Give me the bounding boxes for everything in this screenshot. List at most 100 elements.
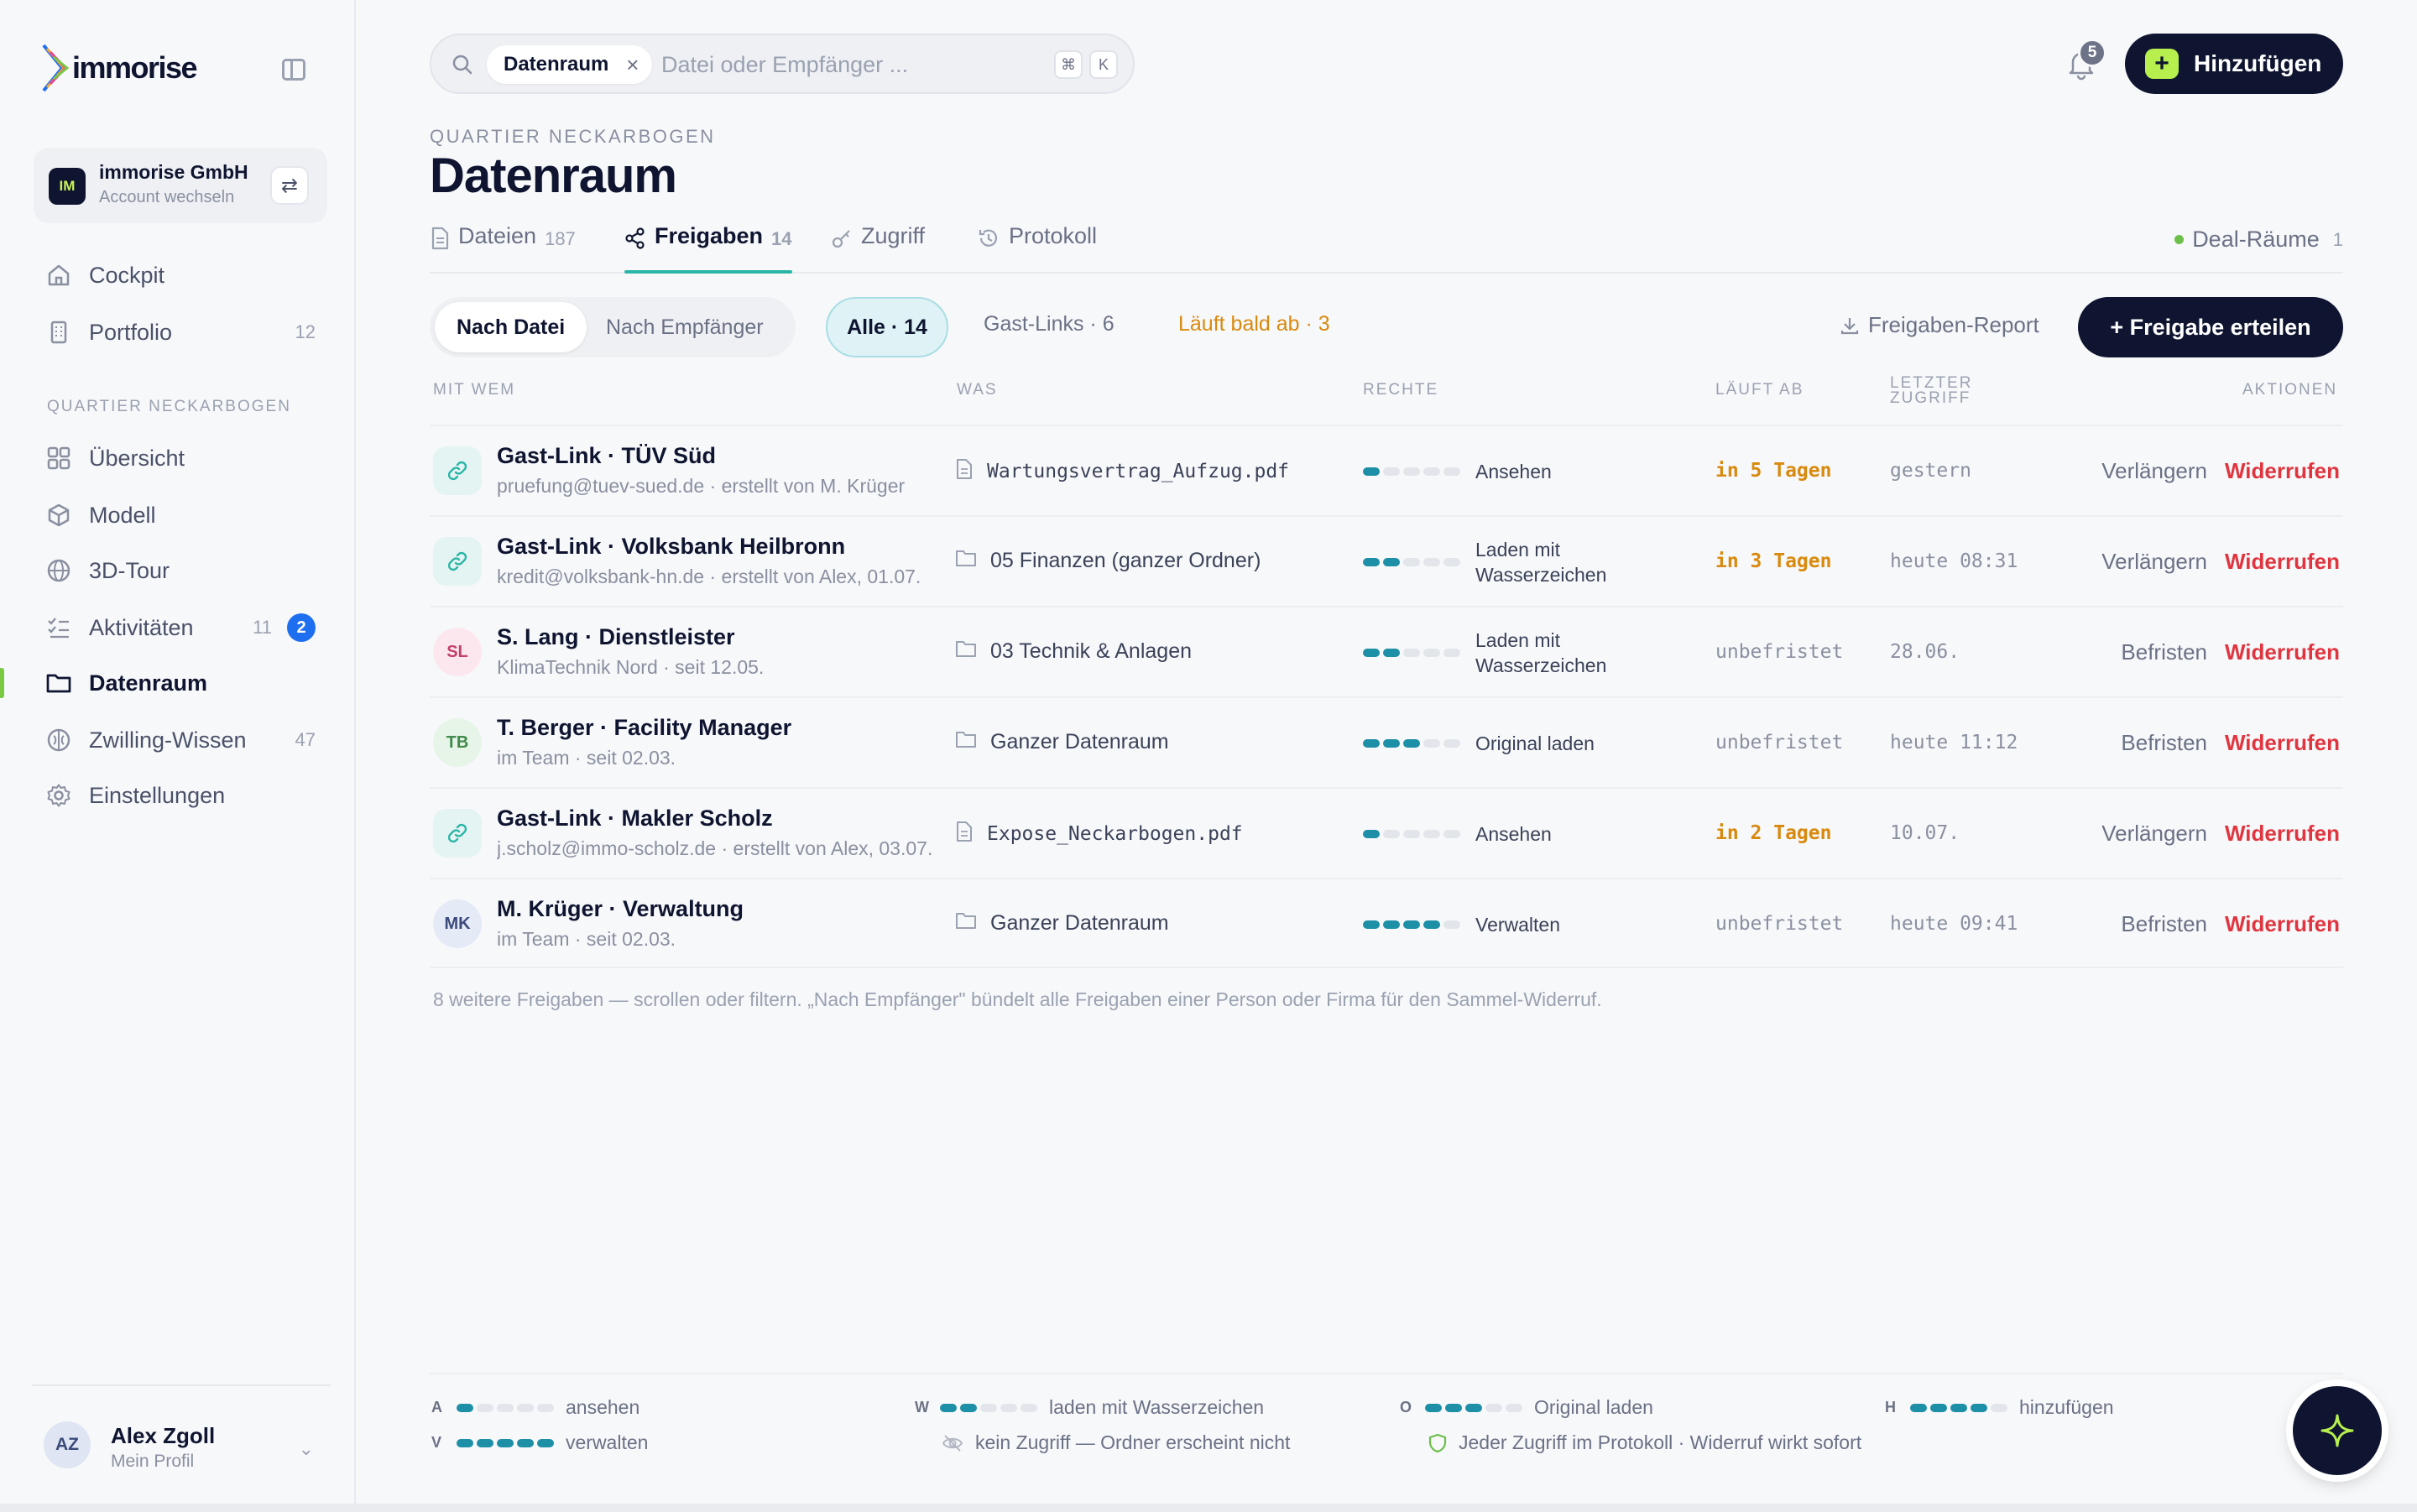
share-icon: [625, 227, 645, 249]
rights-dot-filled: [1383, 649, 1400, 657]
link-icon: [433, 537, 482, 586]
switch-account-icon[interactable]: ⇄: [270, 166, 309, 205]
search-scope-chip[interactable]: Datenraum ×: [487, 45, 653, 84]
avatar: SL: [433, 628, 482, 676]
chevron-down-icon[interactable]: ⌄: [299, 1438, 314, 1460]
shared-item-label: 05 Finanzen (ganzer Ordner): [990, 549, 1261, 572]
sidebar-item-uebersicht[interactable]: Übersicht: [0, 435, 356, 482]
rights-level-indicator: [1363, 739, 1460, 748]
sidebar-item-count: 12: [295, 321, 316, 342]
sparkle-icon: [2320, 1414, 2354, 1447]
shared-item[interactable]: Wartungsvertrag_Aufzug.pdf: [955, 458, 1289, 485]
sidebar-item-modell[interactable]: Modell: [0, 492, 356, 539]
set-expiry-button[interactable]: Befristen: [2121, 911, 2207, 937]
deal-rooms-label: Deal-Räume: [2192, 227, 2320, 252]
legend-key: H: [1885, 1399, 1896, 1416]
account-switcher[interactable]: IM immorise GmbH Account wechseln ⇄: [34, 148, 327, 223]
extend-button[interactable]: Verlängern: [2101, 458, 2207, 484]
legend-item-verwalten: V verwalten: [431, 1431, 648, 1454]
revoke-button[interactable]: Widerrufen: [2225, 549, 2340, 575]
shared-item[interactable]: Ganzer Datenraum: [955, 730, 1169, 754]
sidebar-item-label: Einstellungen: [89, 782, 226, 808]
tab-label: Zugriff: [861, 223, 926, 248]
add-button[interactable]: + Hinzufügen: [2125, 34, 2343, 94]
page-title: Datenraum: [430, 149, 677, 203]
bottom-strip: [0, 1504, 2417, 1512]
profile-name: Alex Zgoll: [111, 1423, 216, 1448]
rights-dot-empty: [1403, 830, 1420, 838]
rights-cell: Ansehen: [1363, 789, 1643, 879]
profile-menu[interactable]: AZ Alex Zgoll Mein Profil ⌄: [32, 1384, 331, 1477]
rights-dot-empty: [1443, 467, 1460, 476]
filter-expiring-chip[interactable]: Läuft bald ab · 3: [1178, 312, 1330, 336]
shared-item[interactable]: Expose_Neckarbogen.pdf: [955, 821, 1243, 847]
sidebar-item-3d-tour[interactable]: 3D-Tour: [0, 547, 356, 594]
set-expiry-button[interactable]: Befristen: [2121, 730, 2207, 756]
revoke-button[interactable]: Widerrufen: [2225, 458, 2340, 484]
tab-label: Protokoll: [1009, 223, 1098, 248]
filter-all-chip[interactable]: Alle · 14: [826, 297, 948, 357]
rights-dot-filled: [1383, 739, 1400, 748]
profile-sub: Mein Profil: [111, 1452, 195, 1471]
rights-dot-empty: [1403, 649, 1420, 657]
view-by-file-button[interactable]: Nach Datei: [435, 302, 587, 352]
table-row[interactable]: SL S. Lang · Dienstleister KlimaTechnik …: [430, 606, 2343, 696]
tab-protokoll[interactable]: Protokoll: [977, 223, 1097, 272]
recipient-detail: KlimaTechnik Nord · seit 12.05.: [497, 656, 765, 678]
deal-rooms-link[interactable]: Deal-Räume 1: [2174, 227, 2343, 253]
sidebar-item-zwilling-wissen[interactable]: Zwilling-Wissen 47: [0, 717, 356, 764]
revoke-button[interactable]: Widerrufen: [2225, 639, 2340, 665]
sidebar-item-einstellungen[interactable]: Einstellungen: [0, 772, 356, 819]
expiry-value: unbefristet: [1715, 913, 1844, 935]
sidebar-item-portfolio[interactable]: Portfolio 12: [0, 309, 356, 356]
report-download-button[interactable]: Freigaben-Report: [1840, 312, 2039, 338]
rights-dot-empty: [980, 1403, 997, 1412]
history-icon: [979, 229, 998, 247]
tab-freigaben[interactable]: Freigaben 14: [624, 223, 792, 274]
document-icon: [955, 458, 974, 485]
rights-dot-empty: [1383, 467, 1400, 476]
search-bar[interactable]: Datenraum × Datei oder Empfänger ... ⌘ K: [430, 34, 1135, 94]
rights-dot-empty: [497, 1403, 514, 1412]
table-row[interactable]: Gast-Link · Makler Scholz j.scholz@immo-…: [430, 787, 2343, 878]
extend-button[interactable]: Verlängern: [2101, 549, 2207, 575]
sidebar-item-cockpit[interactable]: Cockpit: [0, 252, 356, 299]
sidebar-item-aktivitaeten[interactable]: Aktivitäten 11 2: [0, 604, 356, 651]
cube-icon: [45, 502, 72, 529]
rights-cell: Original laden: [1363, 698, 1643, 789]
rights-dot-filled: [1363, 649, 1380, 657]
view-by-recipient-button[interactable]: Nach Empfänger: [584, 302, 786, 352]
tab-dateien[interactable]: Dateien 187: [430, 223, 576, 272]
shared-item[interactable]: 03 Technik & Anlagen: [955, 639, 1192, 664]
grant-share-button[interactable]: + Freigabe erteilen: [2078, 297, 2343, 357]
rights-level-indicator: [1363, 649, 1460, 657]
revoke-button[interactable]: Widerrufen: [2225, 911, 2340, 937]
avatar: TB: [433, 718, 482, 767]
shared-item-label: Ganzer Datenraum: [990, 911, 1169, 935]
table-row[interactable]: Gast-Link · TÜV Süd pruefung@tuev-sued.d…: [430, 425, 2343, 515]
tab-zugriff[interactable]: Zugriff: [831, 223, 925, 272]
sidebar-collapse-icon[interactable]: [282, 59, 305, 81]
revoke-button[interactable]: Widerrufen: [2225, 821, 2340, 847]
rights-label: Laden mit Wasserzeichen: [1475, 629, 1607, 676]
sidebar-item-datenraum[interactable]: Datenraum: [0, 660, 356, 706]
shared-item[interactable]: 05 Finanzen (ganzer Ordner): [955, 549, 1261, 573]
rights-cell: Laden mit Wasserzeichen: [1363, 607, 1643, 698]
table-row[interactable]: TB T. Berger · Facility Manager im Team …: [430, 696, 2343, 787]
logo[interactable]: immorise: [42, 44, 198, 92]
extend-button[interactable]: Verlängern: [2101, 821, 2207, 847]
close-icon[interactable]: ×: [626, 45, 639, 84]
shared-item[interactable]: Ganzer Datenraum: [955, 911, 1169, 936]
last-access-value: 10.07.: [1890, 822, 1960, 844]
filter-guest-links-chip[interactable]: Gast-Links · 6: [984, 312, 1115, 336]
rights-dot-filled: [940, 1403, 957, 1412]
search-input[interactable]: Datei oder Empfänger ...: [661, 52, 908, 78]
ai-assistant-button[interactable]: [2293, 1386, 2382, 1475]
table-row[interactable]: MK M. Krüger · Verwaltung im Team · seit…: [430, 878, 2343, 968]
rights-dot-filled: [1950, 1403, 1967, 1412]
set-expiry-button[interactable]: Befristen: [2121, 639, 2207, 665]
column-header-actions: AKTIONEN: [2242, 381, 2338, 399]
shared-item-label: Wartungsvertrag_Aufzug.pdf: [987, 461, 1290, 482]
table-row[interactable]: Gast-Link · Volksbank Heilbronn kredit@v…: [430, 515, 2343, 606]
revoke-button[interactable]: Widerrufen: [2225, 730, 2340, 756]
